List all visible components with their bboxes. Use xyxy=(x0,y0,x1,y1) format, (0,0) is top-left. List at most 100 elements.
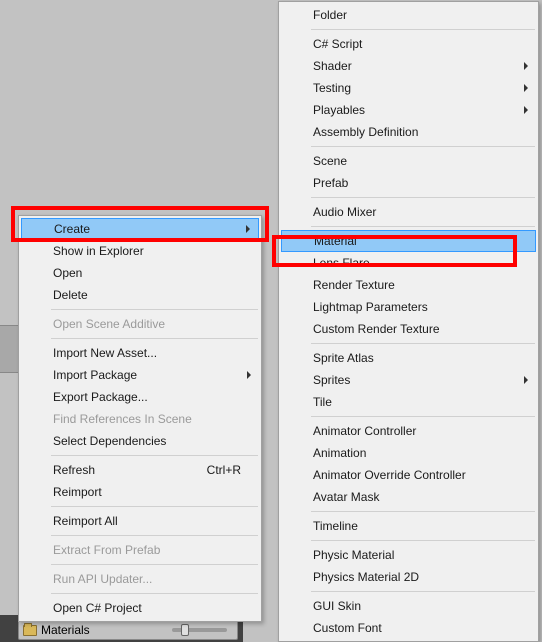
menu-item-label: Lens Flare xyxy=(313,256,370,270)
menu-folder[interactable]: Folder xyxy=(281,4,536,26)
menu-item-label: Open C# Project xyxy=(53,601,142,615)
menu-material[interactable]: Material xyxy=(281,230,536,252)
menu-item-label: Tile xyxy=(313,395,332,409)
menu-item-label: Run API Updater... xyxy=(53,572,152,586)
menu-separator xyxy=(311,511,535,512)
menu-item-label: Playables xyxy=(313,103,365,117)
chevron-right-icon xyxy=(524,62,528,70)
menu-item-label: Custom Font xyxy=(313,621,382,635)
menu-import-new-asset[interactable]: Import New Asset... xyxy=(21,342,259,364)
menu-export-package[interactable]: Export Package... xyxy=(21,386,259,408)
menu-timeline[interactable]: Timeline xyxy=(281,515,536,537)
menu-scene[interactable]: Scene xyxy=(281,150,536,172)
menu-item-label: Shader xyxy=(313,59,352,73)
menu-item-label: Audio Mixer xyxy=(313,205,376,219)
project-context-menu: Create Show in Explorer Open Delete Open… xyxy=(18,215,262,622)
chevron-right-icon xyxy=(247,371,251,379)
menu-physics-material-2d[interactable]: Physics Material 2D xyxy=(281,566,536,588)
menu-item-label: Open xyxy=(53,266,82,280)
menu-item-label: Extract From Prefab xyxy=(53,543,160,557)
menu-item-label: Open Scene Additive xyxy=(53,317,165,331)
menu-audio-mixer[interactable]: Audio Mixer xyxy=(281,201,536,223)
menu-item-label: GUI Skin xyxy=(313,599,361,613)
menu-render-texture[interactable]: Render Texture xyxy=(281,274,536,296)
menu-item-label: Sprites xyxy=(313,373,350,387)
chevron-right-icon xyxy=(524,106,528,114)
chevron-right-icon xyxy=(246,225,250,233)
menu-reimport-all[interactable]: Reimport All xyxy=(21,510,259,532)
menu-item-label: Select Dependencies xyxy=(53,434,166,448)
menu-separator xyxy=(51,338,258,339)
menu-item-label: Prefab xyxy=(313,176,348,190)
menu-item-label: Assembly Definition xyxy=(313,125,418,139)
menu-item-label: Avatar Mask xyxy=(313,490,379,504)
menu-open[interactable]: Open xyxy=(21,262,259,284)
chevron-right-icon xyxy=(524,376,528,384)
menu-item-label: Import New Asset... xyxy=(53,346,157,360)
menu-select-dependencies[interactable]: Select Dependencies xyxy=(21,430,259,452)
menu-shader[interactable]: Shader xyxy=(281,55,536,77)
menu-item-label: Delete xyxy=(53,288,88,302)
menu-refresh[interactable]: Refresh Ctrl+R xyxy=(21,459,259,481)
menu-separator xyxy=(51,506,258,507)
menu-animation[interactable]: Animation xyxy=(281,442,536,464)
menu-create[interactable]: Create xyxy=(21,218,259,240)
menu-separator xyxy=(51,535,258,536)
menu-item-label: Physic Material xyxy=(313,548,394,562)
menu-sprite-atlas[interactable]: Sprite Atlas xyxy=(281,347,536,369)
menu-sprites[interactable]: Sprites xyxy=(281,369,536,391)
menu-lens-flare[interactable]: Lens Flare xyxy=(281,252,536,274)
menu-avatar-mask[interactable]: Avatar Mask xyxy=(281,486,536,508)
breadcrumb-label: Materials xyxy=(41,623,90,637)
menu-item-label: Find References In Scene xyxy=(53,412,192,426)
menu-physic-material[interactable]: Physic Material xyxy=(281,544,536,566)
breadcrumb-bar[interactable]: Materials xyxy=(18,620,238,640)
menu-separator xyxy=(51,455,258,456)
menu-custom-render-texture[interactable]: Custom Render Texture xyxy=(281,318,536,340)
menu-gui-skin[interactable]: GUI Skin xyxy=(281,595,536,617)
menu-testing[interactable]: Testing xyxy=(281,77,536,99)
menu-open-scene-additive: Open Scene Additive xyxy=(21,313,259,335)
folder-icon xyxy=(23,625,37,636)
menu-item-label: Render Texture xyxy=(313,278,395,292)
menu-item-label: Sprite Atlas xyxy=(313,351,374,365)
menu-item-label: Scene xyxy=(313,154,347,168)
menu-item-label: Timeline xyxy=(313,519,358,533)
menu-animator-override[interactable]: Animator Override Controller xyxy=(281,464,536,486)
menu-custom-font[interactable]: Custom Font xyxy=(281,617,536,639)
menu-item-label: Create xyxy=(54,222,90,236)
menu-import-package[interactable]: Import Package xyxy=(21,364,259,386)
menu-prefab[interactable]: Prefab xyxy=(281,172,536,194)
menu-tile[interactable]: Tile xyxy=(281,391,536,413)
menu-separator xyxy=(311,197,535,198)
menu-separator xyxy=(51,593,258,594)
menu-run-api-updater: Run API Updater... xyxy=(21,568,259,590)
thumbnail-size-slider-thumb[interactable] xyxy=(181,624,189,636)
menu-item-label: Reimport All xyxy=(53,514,118,528)
menu-item-label: Lightmap Parameters xyxy=(313,300,428,314)
chevron-right-icon xyxy=(524,84,528,92)
menu-item-label: C# Script xyxy=(313,37,362,51)
menu-lightmap-parameters[interactable]: Lightmap Parameters xyxy=(281,296,536,318)
menu-separator xyxy=(311,540,535,541)
menu-open-cs-project[interactable]: Open C# Project xyxy=(21,597,259,619)
menu-item-label: Material xyxy=(314,234,357,248)
menu-shortcut: Ctrl+R xyxy=(207,463,241,477)
menu-find-references: Find References In Scene xyxy=(21,408,259,430)
menu-delete[interactable]: Delete xyxy=(21,284,259,306)
menu-animator-controller[interactable]: Animator Controller xyxy=(281,420,536,442)
menu-reimport[interactable]: Reimport xyxy=(21,481,259,503)
menu-item-label: Animator Controller xyxy=(313,424,416,438)
menu-show-in-explorer[interactable]: Show in Explorer xyxy=(21,240,259,262)
menu-separator xyxy=(311,146,535,147)
menu-playables[interactable]: Playables xyxy=(281,99,536,121)
menu-separator xyxy=(51,564,258,565)
menu-assembly-definition[interactable]: Assembly Definition xyxy=(281,121,536,143)
menu-cs-script[interactable]: C# Script xyxy=(281,33,536,55)
menu-separator xyxy=(311,416,535,417)
create-submenu: Folder C# Script Shader Testing Playable… xyxy=(278,1,539,642)
menu-separator xyxy=(311,343,535,344)
menu-item-label: Animation xyxy=(313,446,366,460)
menu-item-label: Export Package... xyxy=(53,390,148,404)
menu-item-label: Import Package xyxy=(53,368,137,382)
